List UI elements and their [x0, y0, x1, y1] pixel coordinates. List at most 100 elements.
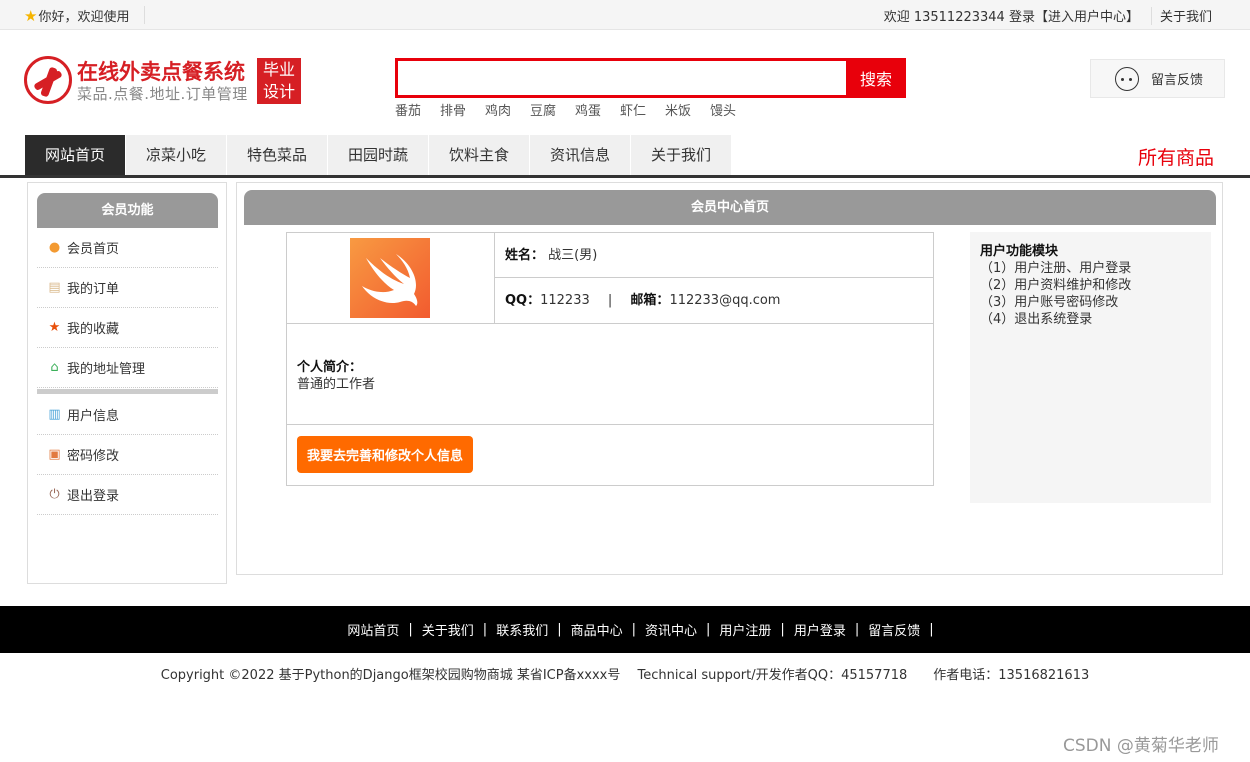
- welcome-text: ★ 你好，欢迎使用: [24, 6, 130, 26]
- swift-bird-icon: [362, 254, 418, 306]
- watermark: CSDN @黄菊华老师: [1063, 736, 1219, 756]
- feedback-label: 留言反馈: [1151, 73, 1204, 88]
- sidebar-item[interactable]: ★ 我的收藏: [37, 308, 218, 348]
- module-item: （3）用户账号密码修改: [980, 295, 1119, 310]
- user-greeting: 欢迎 13511223344 登录: [883, 10, 1035, 25]
- name-row: 姓名： 战三(男): [495, 233, 933, 278]
- hot-word-link[interactable]: 馒头: [710, 100, 741, 119]
- sidebar-item[interactable]: ⌂ 我的地址管理: [37, 348, 218, 388]
- footer-separator: |: [929, 622, 934, 637]
- nav-item[interactable]: 关于我们: [631, 135, 731, 175]
- email-value: 112233@qq.com: [669, 293, 781, 308]
- search-button[interactable]: 搜索: [846, 58, 906, 98]
- footer-separator: |: [780, 622, 785, 637]
- hot-word-link[interactable]: 鸡蛋: [575, 100, 606, 119]
- order-icon: ▤: [48, 280, 61, 295]
- logo-badge: 毕业 设计: [257, 58, 301, 104]
- footer-separator: |: [854, 622, 860, 637]
- home-icon: ●: [48, 240, 61, 255]
- star-icon: ★: [48, 320, 61, 335]
- hot-word-link[interactable]: 豆腐: [530, 100, 561, 119]
- nav-item[interactable]: 特色菜品: [227, 135, 327, 175]
- email-label: 邮箱：: [630, 293, 670, 308]
- profile-card: 姓名： 战三(男) QQ：112233 | 邮箱：112233@qq.com 个…: [286, 232, 934, 486]
- feature-modules: 用户功能模块 （1）用户注册、用户登录 （2）用户资料维护和修改 （3）用户账号密码…: [970, 232, 1211, 503]
- hot-word-link[interactable]: 鸡肉: [485, 100, 516, 119]
- nav-item[interactable]: 饮料主食: [429, 135, 529, 175]
- name-value: 战三(男): [548, 248, 598, 263]
- map-pin-icon: ⌂: [50, 360, 59, 375]
- sidebar-item[interactable]: ● 会员首页: [37, 228, 218, 268]
- qq-label: QQ：: [505, 293, 541, 308]
- footer-link[interactable]: 用户登录: [794, 620, 846, 639]
- sidebar-item[interactable]: ▣ 密码修改: [37, 435, 218, 475]
- contact-row: QQ：112233 | 邮箱：112233@qq.com: [495, 278, 933, 324]
- sidebar-item-label: 我的收藏: [67, 322, 120, 337]
- modules-title: 用户功能模块: [980, 244, 1059, 259]
- logo-subtitle: 菜品.点餐.地址.订单管理: [77, 85, 248, 103]
- module-item: （1）用户注册、用户登录: [980, 261, 1132, 276]
- edit-profile-button[interactable]: 我要去完善和修改个人信息: [297, 436, 473, 473]
- hot-words: 番茄 排骨 鸡肉 豆腐 鸡蛋 虾仁 米饭 馒头: [395, 100, 741, 119]
- qq-value: 112233: [540, 293, 590, 308]
- footer-link[interactable]: 资讯中心: [645, 620, 697, 639]
- welcome-label: 你好，欢迎使用: [38, 10, 130, 25]
- hot-word-link[interactable]: 排骨: [440, 100, 471, 119]
- all-goods-link[interactable]: 所有商品: [1138, 143, 1214, 170]
- lock-icon: ▣: [48, 447, 61, 462]
- footer-link[interactable]: 关于我们: [422, 620, 474, 639]
- sidebar-divider: [37, 389, 218, 394]
- footer-separator: |: [631, 622, 636, 637]
- module-item: （4）退出系统登录: [980, 312, 1093, 327]
- sidebar-item[interactable]: ▤ 我的订单: [37, 268, 218, 308]
- hot-word-link[interactable]: 米饭: [665, 100, 696, 119]
- footer-separator: |: [557, 622, 562, 637]
- footer-link[interactable]: 留言反馈: [868, 620, 920, 639]
- search-input[interactable]: [398, 61, 846, 95]
- nav-item[interactable]: 网站首页: [25, 135, 125, 175]
- divider: [1150, 6, 1152, 25]
- footer-separator: |: [482, 622, 488, 637]
- sidebar-item-label: 密码修改: [67, 449, 120, 464]
- footer-link[interactable]: 商品中心: [571, 620, 623, 639]
- search-bar: 搜索: [395, 58, 906, 98]
- feedback-button[interactable]: 留言反馈: [1090, 59, 1225, 98]
- footer-separator: |: [408, 622, 413, 637]
- hot-word-link[interactable]: 番茄: [395, 100, 426, 119]
- clipboard-icon: ▥: [48, 407, 61, 422]
- star-icon: ★: [24, 6, 38, 25]
- nav-item[interactable]: 田园时蔬: [328, 135, 428, 175]
- nav-underline: [0, 175, 1250, 178]
- hot-word-link[interactable]: 虾仁: [620, 100, 651, 119]
- footer-links: 网站首页 | 关于我们 | 联系我们 | 商品中心 | 资讯中心 | 用户注册 | 用户登录 | 留言反馈 |: [0, 606, 1250, 653]
- about-link[interactable]: 关于我们: [1160, 6, 1212, 25]
- footer-link[interactable]: 网站首页: [347, 620, 399, 639]
- sidebar-item-label: 我的订单: [67, 282, 120, 297]
- nav-item[interactable]: 资讯信息: [530, 135, 630, 175]
- bio-value: 普通的工作者: [297, 377, 376, 392]
- power-icon: ⏻: [49, 487, 60, 502]
- divider: [144, 6, 145, 24]
- footer-link[interactable]: 联系我们: [496, 620, 548, 639]
- bio-section: 个人简介： 普通的工作者: [287, 324, 933, 425]
- customer-service-icon: [1115, 66, 1139, 91]
- site-logo[interactable]: 在线外卖点餐系统 菜品.点餐.地址.订单管理 毕业 设计: [24, 56, 304, 106]
- badge-line-1: 毕业: [262, 60, 295, 79]
- topbar-right: 欢迎 13511223344 登录 【进入用户中心】 关于我们: [884, 6, 1212, 25]
- sidebar-item-label: 退出登录: [67, 489, 120, 504]
- sidebar-item[interactable]: ⏻ 退出登录: [37, 475, 218, 515]
- sidebar-item[interactable]: ▥ 用户信息: [37, 395, 218, 435]
- page-title: 会员中心首页: [244, 190, 1216, 225]
- sidebar-title: 会员功能: [37, 193, 218, 228]
- copyright: Copyright ©2022 基于Python的Django框架校园购物商城 …: [160, 668, 1090, 683]
- bio-label: 个人简介：: [297, 360, 363, 375]
- badge-line-2: 设计: [262, 82, 295, 101]
- footer-link[interactable]: 用户注册: [719, 620, 771, 639]
- logo-title: 在线外卖点餐系统: [77, 60, 245, 84]
- module-item: （2）用户资料维护和修改: [980, 278, 1132, 293]
- sidebar-item-label: 用户信息: [67, 409, 120, 424]
- user-center-link[interactable]: 【进入用户中心】: [1035, 6, 1139, 25]
- avatar: [350, 238, 430, 318]
- nav-item[interactable]: 凉菜小吃: [126, 135, 226, 175]
- name-label: 姓名：: [505, 248, 545, 263]
